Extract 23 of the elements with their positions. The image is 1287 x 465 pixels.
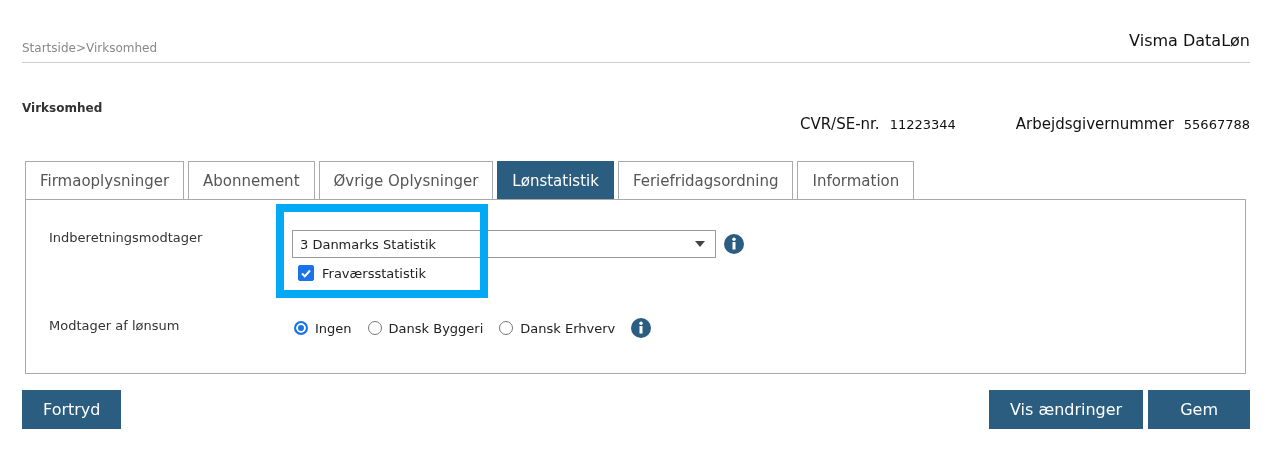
radio-label: Dansk Erhverv: [520, 320, 616, 336]
tab[interactable]: Lønstatistik: [497, 161, 614, 199]
tab[interactable]: Feriefridagsordning: [617, 161, 794, 199]
id-value: 55667788: [1183, 117, 1250, 132]
id-value: 11223344: [889, 117, 956, 132]
id-label: Arbejdsgivernummer: [1015, 115, 1174, 133]
cancel-button[interactable]: Fortryd: [22, 390, 122, 429]
save-button[interactable]: Gem: [1148, 390, 1250, 429]
field-label: Indberetningsmodtager: [49, 230, 204, 247]
tab[interactable]: Information: [797, 161, 915, 199]
checkbox-label: Fraværsstatistik: [322, 265, 426, 281]
section-title: Virksomhed: [22, 101, 103, 117]
dropdown-field[interactable]: 3 Danmarks Statistik: [292, 230, 716, 258]
id-label: CVR/SE-nr.: [799, 115, 880, 133]
tab[interactable]: Firmaoplysninger: [25, 161, 185, 199]
radio-label: Dansk Byggeri: [388, 320, 484, 336]
tab[interactable]: Abonnement: [188, 161, 315, 199]
radio-label: Ingen: [315, 320, 352, 336]
show-changes-button[interactable]: Vis ændringer: [988, 390, 1144, 429]
app-title: Visma DataLøn: [1129, 31, 1250, 50]
tab[interactable]: Øvrige Oplysninger: [318, 161, 494, 199]
breadcrumb: Startside>Virksomhed: [22, 41, 158, 55]
field-label: Modtager af lønsum: [49, 318, 181, 335]
